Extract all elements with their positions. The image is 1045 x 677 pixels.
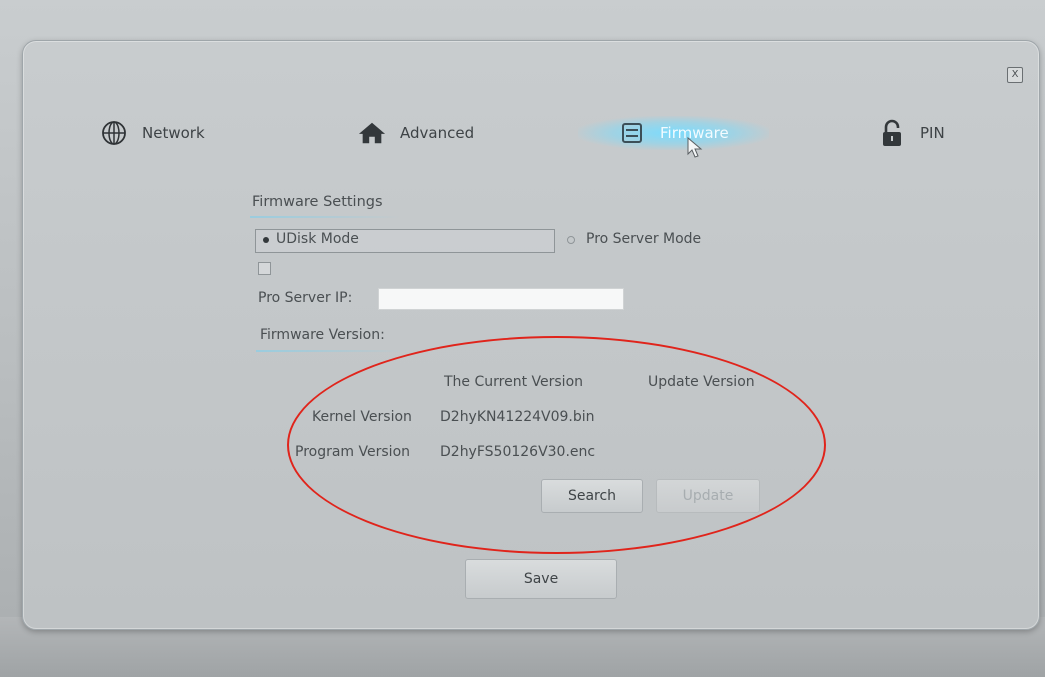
heading-underline bbox=[250, 216, 400, 218]
tab-network[interactable]: Network bbox=[100, 116, 205, 150]
mouse-cursor-icon bbox=[687, 136, 703, 158]
lock-icon bbox=[878, 119, 906, 147]
tab-label: PIN bbox=[920, 124, 945, 142]
tab-label: Advanced bbox=[400, 124, 475, 142]
pro-server-mode-label: Pro Server Mode bbox=[586, 231, 702, 247]
udisk-mode-option[interactable]: UDisk Mode bbox=[255, 229, 555, 253]
globe-icon bbox=[100, 119, 128, 147]
tab-label: Network bbox=[142, 124, 205, 142]
tab-advanced[interactable]: Advanced bbox=[358, 116, 474, 150]
firmware-version-heading: Firmware Version: bbox=[260, 327, 385, 343]
radio-unselected-icon bbox=[567, 236, 575, 244]
udisk-mode-label: UDisk Mode bbox=[276, 231, 359, 247]
pro-server-mode-option[interactable]: Pro Server Mode bbox=[566, 229, 736, 251]
radio-selected-icon bbox=[263, 237, 269, 243]
pro-server-ip-label: Pro Server IP: bbox=[258, 290, 353, 306]
version-heading-underline bbox=[256, 350, 406, 352]
close-button[interactable]: X bbox=[1007, 67, 1023, 83]
tab-firmware[interactable]: Firmware bbox=[578, 116, 769, 150]
firmware-chip-icon bbox=[618, 119, 646, 147]
tab-pin[interactable]: PIN bbox=[878, 116, 945, 150]
save-button[interactable]: Save bbox=[465, 559, 617, 599]
option-checkbox[interactable] bbox=[258, 262, 271, 275]
home-icon bbox=[358, 119, 386, 147]
pro-server-ip-input[interactable] bbox=[378, 288, 624, 310]
highlight-annotation bbox=[287, 336, 826, 554]
firmware-settings-heading: Firmware Settings bbox=[252, 194, 383, 210]
